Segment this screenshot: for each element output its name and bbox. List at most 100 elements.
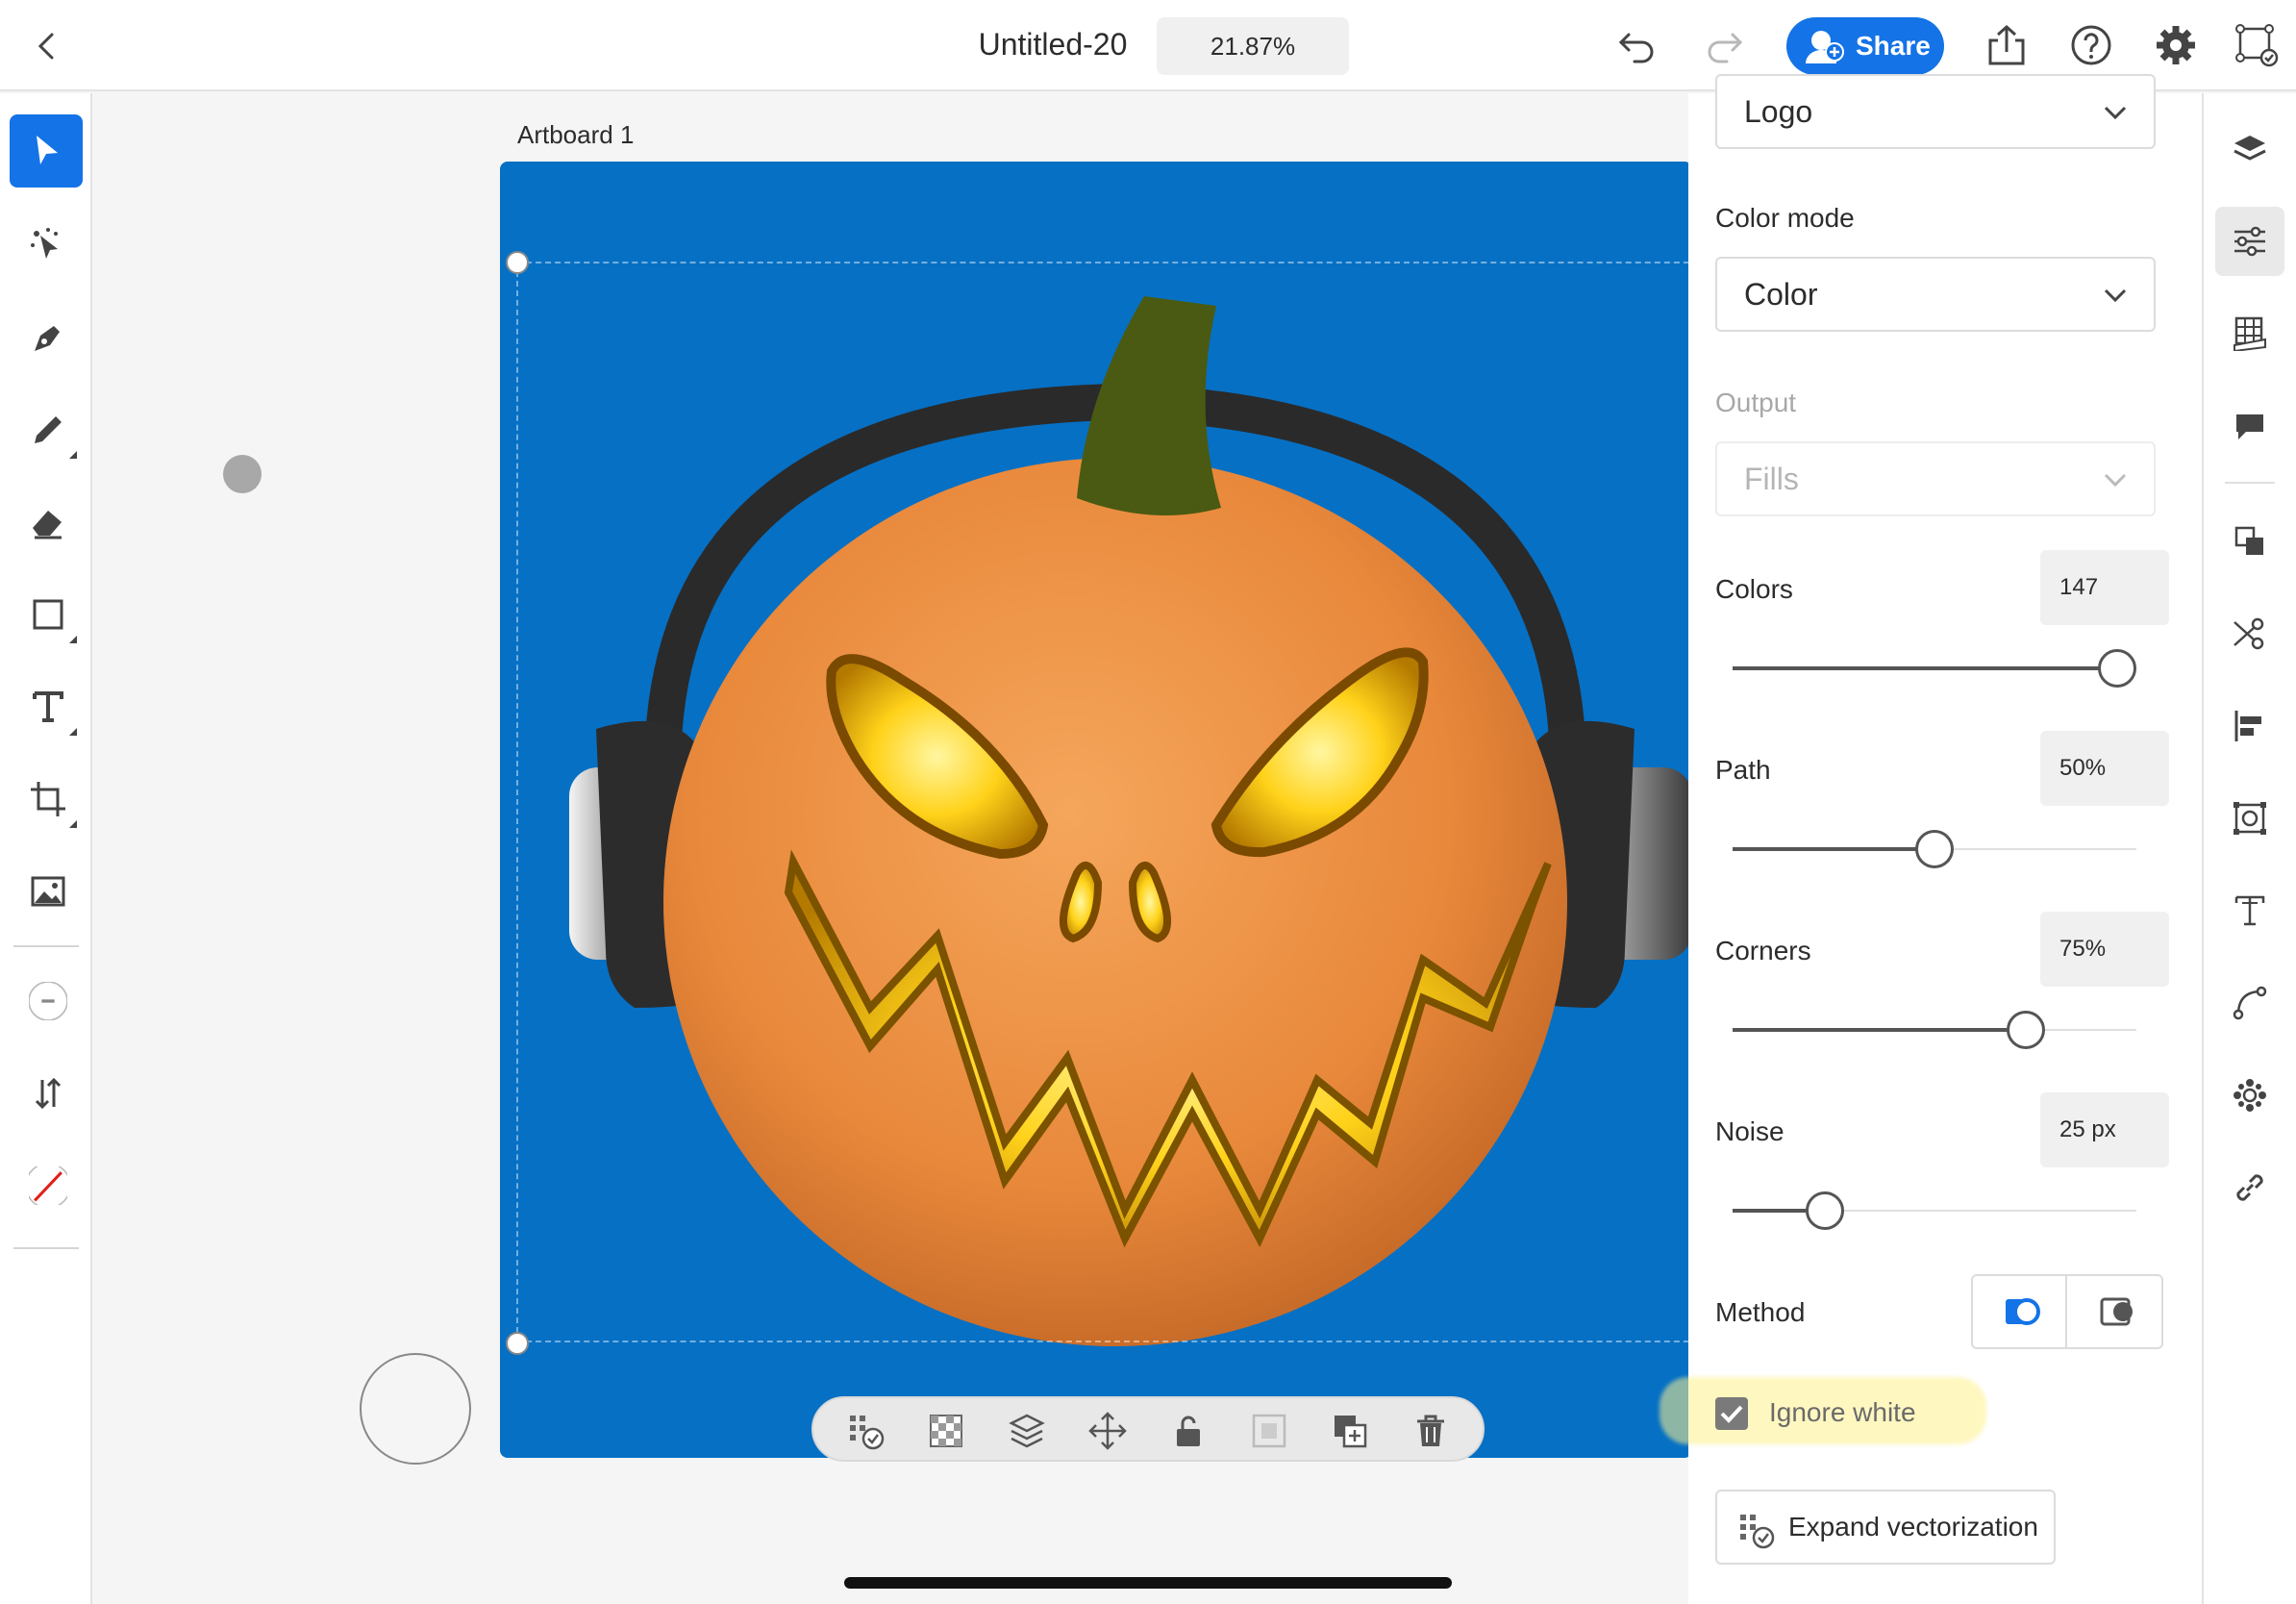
properties-panel-button[interactable]: [2215, 207, 2284, 276]
chevron-down-icon: [2104, 473, 2127, 488]
scissors-button[interactable]: [2215, 599, 2284, 668]
vectorize-wand-icon: [31, 228, 58, 259]
pencil-tool[interactable]: [10, 391, 83, 464]
submenu-indicator: [69, 728, 77, 736]
lock-action[interactable]: [1169, 1412, 1208, 1450]
layers-arrange-icon: [1009, 1414, 1045, 1448]
selection-handle-top-left[interactable]: [506, 251, 529, 274]
group-panel-button[interactable]: [2215, 784, 2284, 853]
layers-panel-button[interactable]: [2215, 114, 2284, 184]
vectorize-check-icon: [850, 1416, 885, 1450]
redo-button[interactable]: [1702, 23, 1746, 67]
delete-action[interactable]: [1411, 1412, 1450, 1450]
fill-stroke-swatch[interactable]: [10, 1147, 83, 1220]
toolbar-divider: [13, 945, 79, 947]
ignore-white-checkbox[interactable]: [1715, 1397, 1748, 1430]
slider-thumb[interactable]: [2007, 1011, 2045, 1049]
align-panel-button[interactable]: [2215, 691, 2284, 761]
app-window: Untitled-20 21.87% Share Artboard 1 Logo…: [0, 0, 2296, 1604]
eraser-icon: [33, 511, 62, 539]
swap-fill-stroke-button[interactable]: [10, 1055, 83, 1128]
shape-tool[interactable]: [10, 576, 83, 649]
expand-vectorize-action[interactable]: [846, 1412, 885, 1450]
selection-bounding-box[interactable]: [516, 262, 1709, 1342]
comments-panel-button[interactable]: [2215, 391, 2284, 461]
slider-fill: [1733, 1209, 1809, 1213]
type-panel-button[interactable]: [2215, 876, 2284, 945]
arrange-action[interactable]: [1008, 1412, 1046, 1450]
vectorize-icon: [2235, 24, 2279, 67]
text-tool[interactable]: [10, 668, 83, 741]
select-tool[interactable]: [10, 114, 83, 188]
grid-panel-button[interactable]: [2215, 299, 2284, 368]
add-user-icon: [1806, 31, 1844, 63]
color-mode-value: Color: [1744, 277, 1818, 312]
touch-modifier-button[interactable]: [360, 1353, 471, 1465]
pen-tool[interactable]: [10, 299, 83, 372]
artboard-label[interactable]: Artboard 1: [517, 120, 634, 150]
zoom-level[interactable]: 21.87%: [1157, 17, 1349, 75]
colors-input[interactable]: 147: [2040, 550, 2169, 625]
submenu-indicator: [69, 636, 77, 643]
vectorize-tool[interactable]: [10, 207, 83, 280]
colors-slider[interactable]: [1733, 649, 2136, 688]
selection-handle-bottom-left[interactable]: [506, 1332, 529, 1355]
align-left-icon: [2234, 711, 2261, 741]
toolbar-divider: [13, 1247, 79, 1249]
vectorize-check-icon: [1740, 1515, 1775, 1549]
duplicate-action[interactable]: [1331, 1412, 1369, 1450]
share-button[interactable]: Share: [1786, 17, 1944, 75]
image-tool[interactable]: [10, 853, 83, 926]
left-toolbar: [0, 93, 92, 1604]
expand-label: Expand vectorization: [1788, 1512, 2038, 1541]
transparency-action[interactable]: [927, 1412, 965, 1450]
unlock-icon: [1177, 1416, 1200, 1446]
noise-input[interactable]: 25 px: [2040, 1092, 2169, 1167]
preset-dropdown[interactable]: Logo: [1715, 74, 2156, 149]
corners-slider[interactable]: [1733, 1011, 2136, 1049]
slider-thumb[interactable]: [2098, 649, 2136, 688]
mask-action[interactable]: [1250, 1412, 1288, 1450]
move-action[interactable]: [1088, 1412, 1127, 1450]
crop-tool[interactable]: [10, 761, 83, 834]
settings-button[interactable]: [2154, 23, 2198, 67]
crop-icon: [31, 782, 65, 816]
corners-input[interactable]: 75%: [2040, 912, 2169, 987]
eraser-tool[interactable]: [10, 484, 83, 557]
links-panel-button[interactable]: [2215, 1153, 2284, 1222]
stroke-width-icon: [29, 982, 67, 1020]
expand-vectorization-button[interactable]: Expand vectorization: [1715, 1490, 2056, 1565]
slider-thumb[interactable]: [1915, 830, 1954, 868]
vectorize-properties-panel: Logo Color mode Color Output Fills Color…: [1660, 74, 2204, 1604]
method-overlapping-button[interactable]: [1973, 1276, 2067, 1347]
help-button[interactable]: [2069, 23, 2113, 67]
canvas-dot-handle[interactable]: [223, 455, 262, 493]
abutting-shapes-icon: [2100, 1297, 2133, 1326]
home-indicator: [844, 1577, 1452, 1589]
mask-icon: [1252, 1414, 1286, 1448]
path-slider[interactable]: [1733, 830, 2136, 868]
arrange-panel-button[interactable]: [2215, 507, 2284, 576]
undo-button[interactable]: [1615, 23, 1660, 67]
vectorize-mode-button[interactable]: [2234, 23, 2279, 67]
repeat-panel-button[interactable]: [2215, 1061, 2284, 1130]
slider-thumb[interactable]: [1806, 1191, 1844, 1230]
color-mode-dropdown[interactable]: Color: [1715, 257, 2156, 332]
pen-nib-icon: [35, 326, 60, 351]
stroke-width-control[interactable]: [10, 963, 83, 1036]
ignore-white-label[interactable]: Ignore white: [1769, 1397, 1916, 1428]
undo-icon: [1618, 33, 1654, 63]
back-button[interactable]: [29, 27, 67, 65]
scissors-icon: [2234, 617, 2264, 650]
swap-arrows-icon: [35, 1077, 62, 1110]
document-title[interactable]: Untitled-20: [923, 27, 1183, 63]
preset-value: Logo: [1744, 94, 1813, 129]
export-button[interactable]: [1984, 23, 2029, 67]
path-input[interactable]: 50%: [2040, 731, 2169, 806]
method-abutting-button[interactable]: [2069, 1276, 2163, 1347]
share-export-icon: [1988, 24, 2025, 65]
group-icon: [2234, 802, 2266, 835]
path-panel-button[interactable]: [2215, 968, 2284, 1038]
right-rail: [2204, 93, 2296, 1604]
noise-slider[interactable]: [1733, 1191, 2136, 1230]
